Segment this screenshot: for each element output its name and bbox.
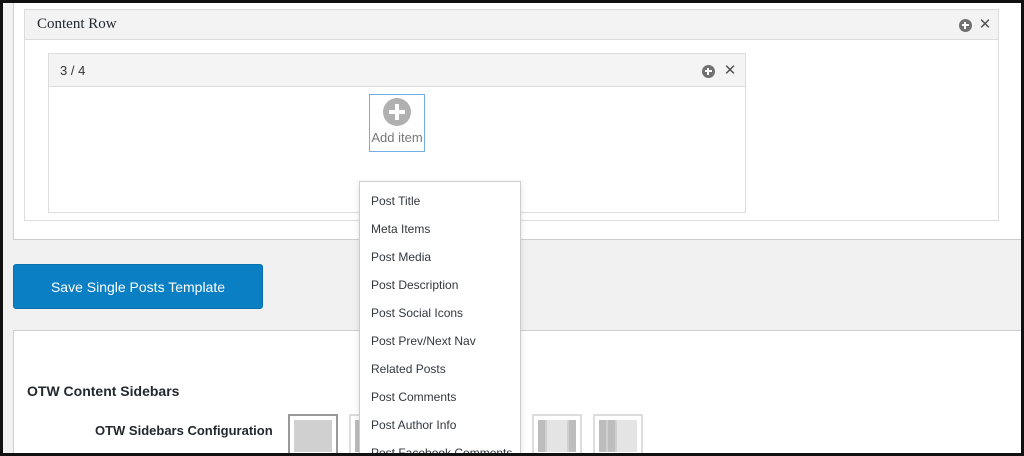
layout-option-double-left[interactable]	[593, 414, 643, 453]
save-template-button[interactable]: Save Single Posts Template	[13, 264, 263, 309]
add-item-button[interactable]: Add item	[369, 94, 425, 152]
column-header: 3 / 4 ✕	[49, 54, 745, 87]
layout-option-three-column[interactable]	[532, 414, 582, 453]
dropdown-item-post-author-info[interactable]: Post Author Info	[360, 414, 520, 442]
dropdown-item-post-facebook-comments[interactable]: Post Facebook Comments	[360, 442, 520, 453]
plus-circle-icon	[383, 98, 411, 126]
layout-option-full-width[interactable]	[288, 414, 338, 453]
content-row-actions: ✕	[958, 17, 992, 32]
add-item-label: Add item	[371, 130, 423, 145]
dropdown-item-post-prev-next-nav[interactable]: Post Prev/Next Nav	[360, 330, 520, 358]
dropdown-item-post-media[interactable]: Post Media	[360, 246, 520, 274]
add-circle-icon[interactable]	[958, 18, 972, 32]
content-row-title: Content Row	[37, 16, 117, 32]
column-title: 3 / 4	[60, 63, 86, 78]
content-row-header: Content Row ✕	[25, 10, 998, 40]
dropdown-item-post-description[interactable]: Post Description	[360, 274, 520, 302]
dropdown-item-post-title[interactable]: Post Title	[360, 190, 520, 218]
sidebars-config-label: OTW Sidebars Configuration	[95, 423, 273, 438]
column-actions: ✕	[701, 63, 737, 78]
dropdown-item-meta-items[interactable]: Meta Items	[360, 218, 520, 246]
add-item-dropdown: Post Title Meta Items Post Media Post De…	[359, 181, 521, 453]
close-icon[interactable]: ✕	[723, 63, 737, 78]
close-icon[interactable]: ✕	[978, 17, 992, 32]
dropdown-item-post-comments[interactable]: Post Comments	[360, 386, 520, 414]
dropdown-item-related-posts[interactable]: Related Posts	[360, 358, 520, 386]
page-canvas: Content Row ✕ 3 / 4 ✕ Add item Save Sing…	[3, 3, 1021, 453]
dropdown-item-post-social-icons[interactable]: Post Social Icons	[360, 302, 520, 330]
add-circle-icon[interactable]	[701, 64, 715, 78]
sidebars-section-title: OTW Content Sidebars	[27, 383, 180, 399]
